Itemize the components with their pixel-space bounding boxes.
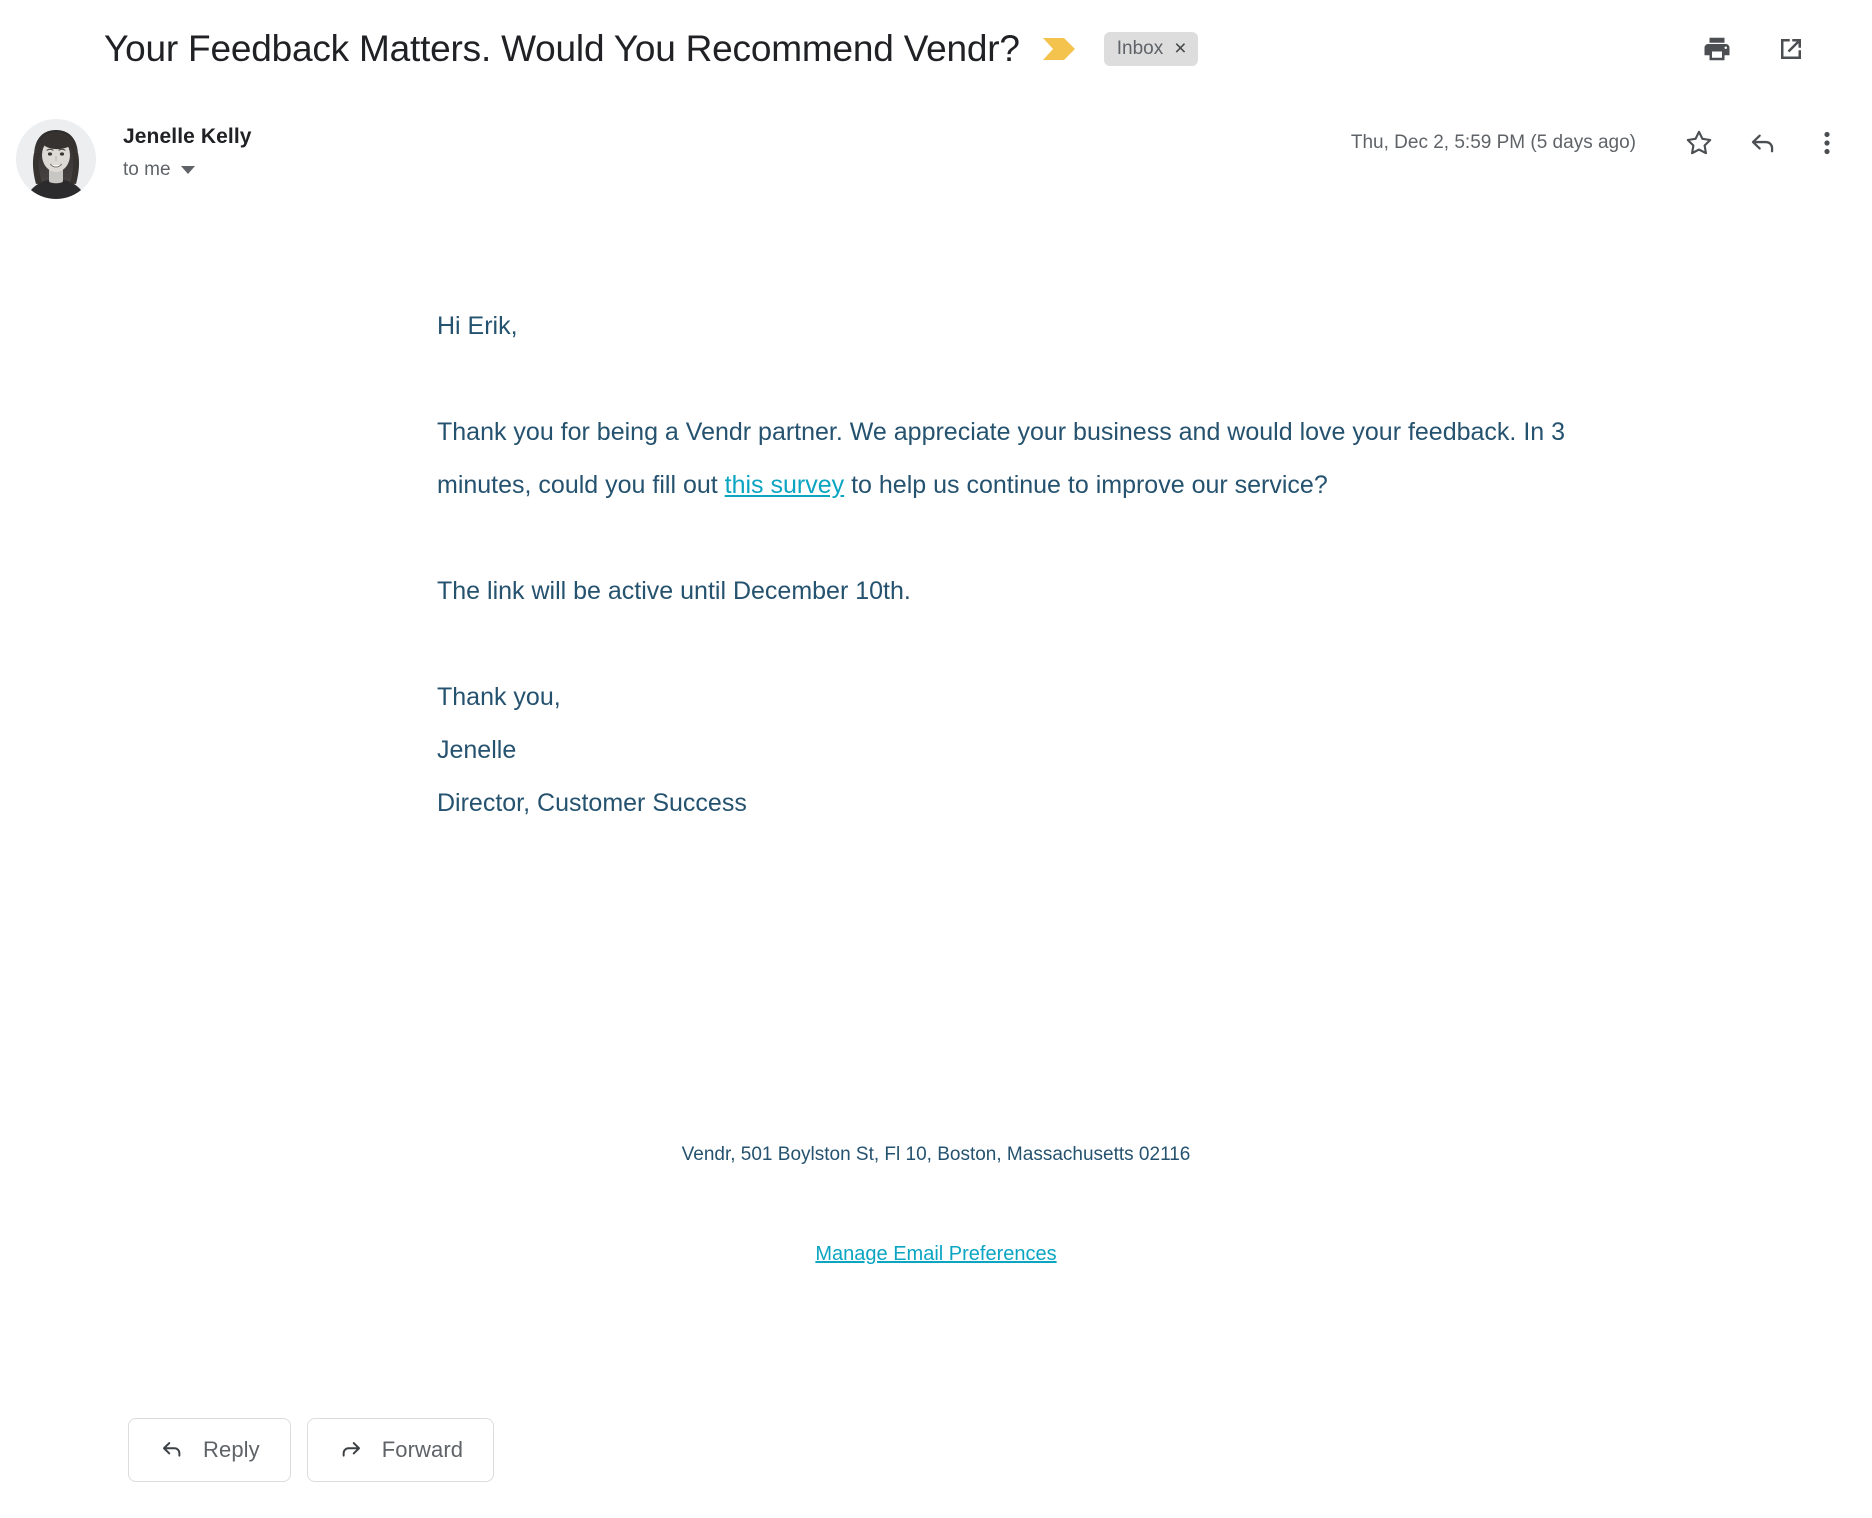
- footer-preferences: Manage Email Preferences: [0, 1240, 1872, 1268]
- message-action-group: Thu, Dec 2, 5:59 PM (5 days ago): [1351, 118, 1846, 162]
- sender-name: Jenelle Kelly: [123, 125, 252, 148]
- subject-header: Your Feedback Matters. Would You Recomme…: [0, 0, 1872, 98]
- message-footer-actions: Reply Forward: [128, 1418, 495, 1482]
- signature-name: Jenelle: [437, 736, 517, 764]
- chevron-down-icon: [180, 166, 195, 174]
- forward-button-label: Forward: [381, 1437, 464, 1462]
- avatar[interactable]: [16, 119, 96, 199]
- sender-header: Jenelle Kelly to me Thu, Dec 2, 5:59 PM …: [0, 118, 1872, 210]
- recipient-label: to me: [123, 159, 171, 180]
- body-greeting: Hi Erik,: [437, 312, 518, 340]
- message-body: Hi Erik, Thank you for being a Vendr par…: [437, 300, 1617, 830]
- more-options-button[interactable]: [1808, 124, 1846, 162]
- message-timestamp: Thu, Dec 2, 5:59 PM (5 days ago): [1350, 132, 1636, 153]
- print-button[interactable]: [1698, 30, 1736, 68]
- close-icon[interactable]: ×: [1174, 38, 1186, 59]
- forward-icon: [338, 1436, 364, 1465]
- header-action-group: [1698, 30, 1810, 68]
- email-message-view: Your Feedback Matters. Would You Recomme…: [0, 0, 1872, 1518]
- manage-email-preferences-link[interactable]: Manage Email Preferences: [815, 1243, 1056, 1265]
- body-signoff: Thank you,: [437, 683, 561, 711]
- important-marker-icon[interactable]: [1042, 36, 1076, 62]
- body-paragraph-1-text-after: to help us continue to improve our servi…: [844, 471, 1328, 499]
- body-paragraph-2: The link will be active until December 1…: [437, 577, 911, 605]
- body-paragraph-1: Thank you for being a Vendr partner. We …: [437, 406, 1617, 512]
- sender-meta: Jenelle Kelly to me: [123, 118, 252, 182]
- star-button[interactable]: [1680, 124, 1718, 162]
- label-chip-text: Inbox: [1116, 38, 1164, 59]
- reply-button-label: Reply: [203, 1437, 260, 1462]
- label-chip-inbox[interactable]: Inbox ×: [1103, 32, 1198, 66]
- signature-title: Director, Customer Success: [437, 789, 747, 817]
- footer-address: Vendr, 501 Boylston St, Fl 10, Boston, M…: [681, 1144, 1191, 1165]
- reply-button[interactable]: [1744, 124, 1782, 162]
- reply-button-footer[interactable]: Reply: [128, 1418, 291, 1482]
- reply-icon: [159, 1436, 185, 1465]
- survey-link[interactable]: this survey: [725, 471, 844, 499]
- recipient-expander[interactable]: to me: [123, 158, 195, 182]
- page-title: Your Feedback Matters. Would You Recomme…: [104, 28, 1020, 69]
- open-in-new-window-button[interactable]: [1772, 30, 1810, 68]
- forward-button-footer[interactable]: Forward: [306, 1418, 495, 1482]
